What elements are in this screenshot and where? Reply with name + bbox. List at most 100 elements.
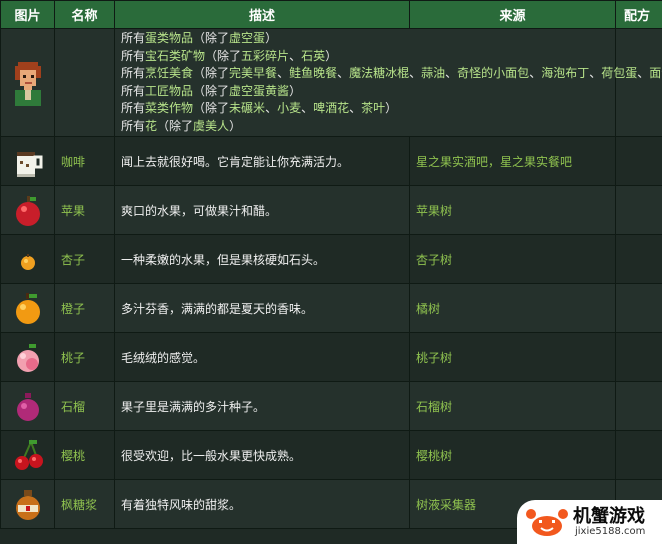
item-category-link[interactable]: 烹饪美食: [145, 66, 193, 80]
item-description: 果子里是满满的多汁种子。: [114, 381, 410, 431]
item-recipe: [615, 136, 662, 186]
table-row-universal-loves: 所有蛋类物品（除了虚空蛋） 所有宝石类矿物（除了五彩碎片、石英） 所有烹饪美食（除了…: [0, 28, 662, 137]
table-row: 桃子 毛绒绒的感觉。 桃子树: [0, 332, 662, 382]
item-category-link[interactable]: 荷包蛋: [601, 66, 637, 80]
site-watermark[interactable]: 机蟹游戏 jixie5188.com: [517, 500, 662, 544]
item-description: 一种柔嫩的水果，但是果核硬如石头。: [114, 234, 410, 284]
watermark-title: 机蟹游戏: [573, 506, 645, 527]
peach-icon: [16, 344, 39, 372]
line-text: （除了: [193, 83, 230, 98]
column-header-recipe[interactable]: 配方: [615, 0, 662, 29]
line-text: （除了: [193, 101, 230, 115]
column-header-source[interactable]: 来源: [409, 0, 616, 29]
line-text: （除了: [205, 48, 242, 63]
loved-gifts-table: 图片 名称 描述 来源 配方 所有蛋类物品（除了虚空蛋） 所有宝石类矿物（除了五…: [0, 0, 662, 529]
item-recipe: [615, 283, 662, 333]
item-category-link[interactable]: 面包: [649, 66, 662, 80]
item-category-link[interactable]: 五彩碎片: [241, 49, 289, 63]
line-text: （除了: [157, 118, 194, 133]
universal-loves-line: 所有菜类作物（除了未碾米、小麦、啤酒花、茶叶）: [121, 100, 609, 118]
line-text: 、: [265, 101, 278, 115]
line-text: ）: [229, 118, 242, 133]
item-name[interactable]: 桃子: [54, 332, 115, 382]
line-text: ）: [265, 31, 278, 45]
line-text: 、: [277, 66, 290, 80]
line-text: （除了: [193, 66, 230, 80]
item-category-link[interactable]: 菜类作物: [145, 101, 193, 115]
item-category-link[interactable]: 虞美人: [193, 119, 229, 133]
line-text: 、: [301, 101, 314, 115]
item-source[interactable]: 樱桃树: [409, 430, 616, 480]
item-recipe: [615, 185, 662, 235]
line-text: 所有: [121, 101, 146, 115]
apple-icon: [15, 196, 40, 226]
table-header-row: 图片 名称 描述 来源 配方: [0, 0, 662, 29]
orange-icon: [15, 293, 40, 324]
item-source[interactable]: 橘树: [409, 283, 616, 333]
item-category-link[interactable]: 茶叶: [361, 101, 385, 115]
item-category-link[interactable]: 工匠物品: [145, 84, 193, 98]
item-category-link[interactable]: 完美早餐: [229, 66, 277, 80]
item-name[interactable]: 石榴: [54, 381, 115, 431]
table-row: 石榴 果子里是满满的多汁种子。 石榴树: [0, 381, 662, 431]
item-category-link[interactable]: 小麦: [277, 101, 301, 115]
item-recipe: [615, 234, 662, 284]
item-category-link[interactable]: 虚空蛋黄酱: [229, 84, 289, 98]
recipe-cell: [615, 28, 662, 137]
line-text: 、: [637, 66, 650, 80]
pomegranate-icon: [16, 393, 39, 421]
item-source[interactable]: 石榴树: [409, 381, 616, 431]
line-text: ）: [325, 48, 338, 63]
item-name[interactable]: 橙子: [54, 283, 115, 333]
line-text: （除了: [193, 31, 230, 45]
item-name[interactable]: 樱桃: [54, 430, 115, 480]
universal-loves-description: 所有蛋类物品（除了虚空蛋） 所有宝石类矿物（除了五彩碎片、石英） 所有烹饪美食（除了…: [114, 28, 662, 137]
item-table-page: 图片 名称 描述 来源 配方 所有蛋类物品（除了虚空蛋） 所有宝石类矿物（除了五…: [0, 0, 662, 544]
item-name[interactable]: 枫糖浆: [54, 479, 115, 529]
item-category-link[interactable]: 石英: [301, 49, 325, 63]
item-source[interactable]: 桃子树: [409, 332, 616, 382]
item-icon-cell: [0, 136, 55, 186]
item-name[interactable]: 杏子: [54, 234, 115, 284]
item-name[interactable]: 咖啡: [54, 136, 115, 186]
name-cell-empty: [54, 28, 115, 137]
item-icon-cell: [0, 234, 55, 284]
item-icon-cell: [0, 185, 55, 235]
column-header-image[interactable]: 图片: [0, 0, 55, 29]
item-description: 很受欢迎，比一般水果更快成熟。: [114, 430, 410, 480]
universal-loves-lines: 所有蛋类物品（除了虚空蛋） 所有宝石类矿物（除了五彩碎片、石英） 所有烹饪美食（除了…: [121, 30, 662, 135]
item-source[interactable]: 星之果实酒吧，星之果实餐吧: [409, 136, 616, 186]
item-category-link[interactable]: 海泡布丁: [541, 66, 589, 80]
line-text: 、: [289, 48, 302, 63]
item-icon-cell: [0, 381, 55, 431]
line-text: 、: [349, 101, 362, 115]
watermark-url: jixie5188.com: [575, 526, 646, 537]
item-category-link[interactable]: 未碾米: [229, 101, 265, 115]
item-category-link[interactable]: 宝石类矿物: [145, 49, 205, 63]
item-category-link[interactable]: 蛋类物品: [145, 31, 193, 45]
item-source[interactable]: 杏子树: [409, 234, 616, 284]
villager-portrait-icon: [14, 61, 41, 106]
item-category-link[interactable]: 魔法糖冰棍: [349, 66, 409, 80]
item-icon-cell: [0, 479, 55, 529]
item-recipe: [615, 332, 662, 382]
item-category-link[interactable]: 鲑鱼晚餐: [289, 66, 337, 80]
item-name[interactable]: 苹果: [54, 185, 115, 235]
item-icon-cell: [0, 332, 55, 382]
item-source[interactable]: 苹果树: [409, 185, 616, 235]
item-category-link[interactable]: 奇怪的小面包: [457, 66, 529, 80]
column-header-description[interactable]: 描述: [114, 0, 410, 29]
universal-loves-line: 所有烹饪美食（除了完美早餐、鲑鱼晚餐、魔法糖冰棍、蒜油、奇怪的小面包、海泡布丁、…: [121, 65, 662, 83]
item-category-link[interactable]: 花: [145, 119, 157, 133]
table-row: 樱桃 很受欢迎，比一般水果更快成熟。 樱桃树: [0, 430, 662, 480]
item-description: 多汁芬香，满满的都是夏天的香味。: [114, 283, 410, 333]
column-header-name[interactable]: 名称: [54, 0, 115, 29]
universal-loves-line: 所有宝石类矿物（除了五彩碎片、石英）: [121, 48, 609, 66]
line-text: 、: [337, 66, 350, 80]
item-category-link[interactable]: 虚空蛋: [229, 31, 265, 45]
item-category-link[interactable]: 蒜油: [421, 66, 445, 80]
table-row: 橙子 多汁芬香，满满的都是夏天的香味。 橘树: [0, 283, 662, 333]
item-description: 爽口的水果，可做果汁和醋。: [114, 185, 410, 235]
item-category-link[interactable]: 啤酒花: [313, 101, 349, 115]
item-icon-cell: [0, 430, 55, 480]
